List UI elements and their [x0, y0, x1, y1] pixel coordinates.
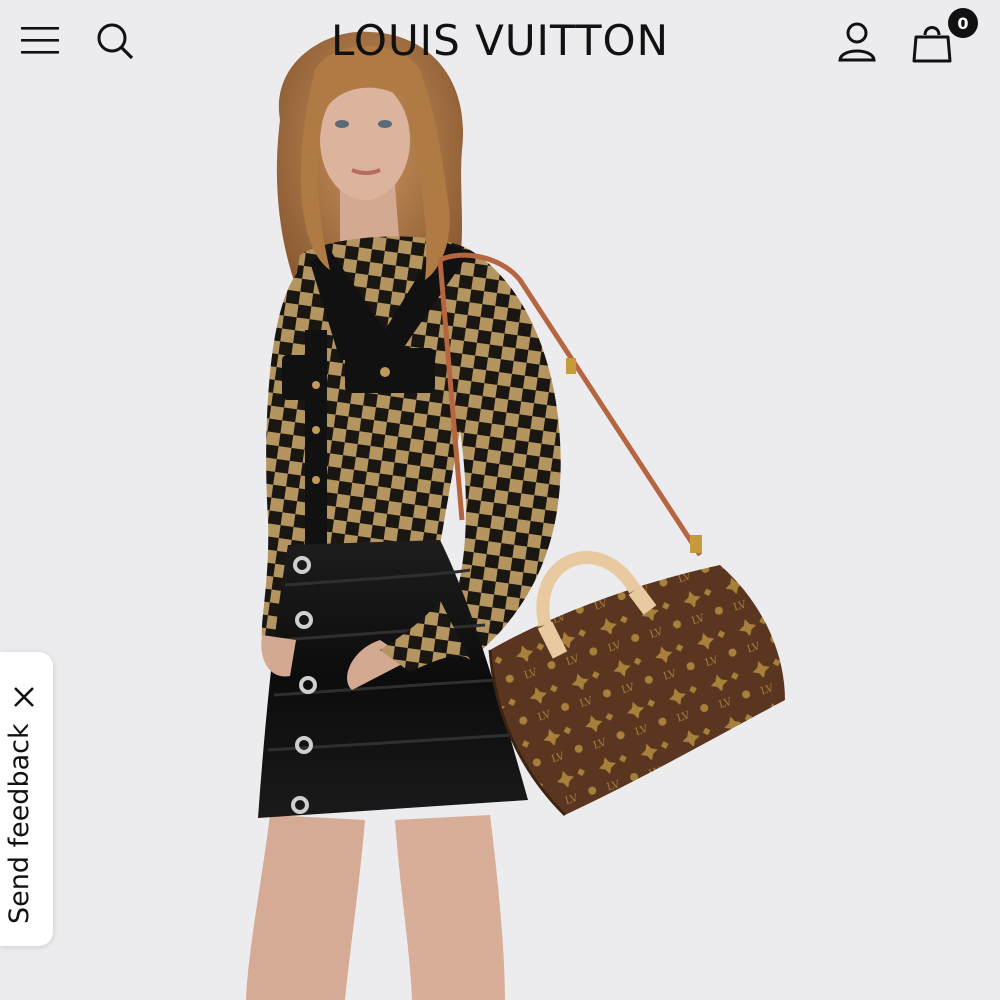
shopping-bag-icon[interactable]	[910, 20, 954, 64]
send-feedback-label[interactable]: Send feedback	[4, 714, 35, 924]
cart-count-badge: 0	[948, 8, 978, 38]
close-icon[interactable]	[9, 682, 39, 712]
hero-image: LV	[0, 0, 1000, 1000]
model-photo: LV	[0, 0, 1000, 1000]
top-navigation-bar: LOUIS VUITTON 0	[0, 0, 1000, 84]
user-account-icon[interactable]	[836, 20, 878, 62]
